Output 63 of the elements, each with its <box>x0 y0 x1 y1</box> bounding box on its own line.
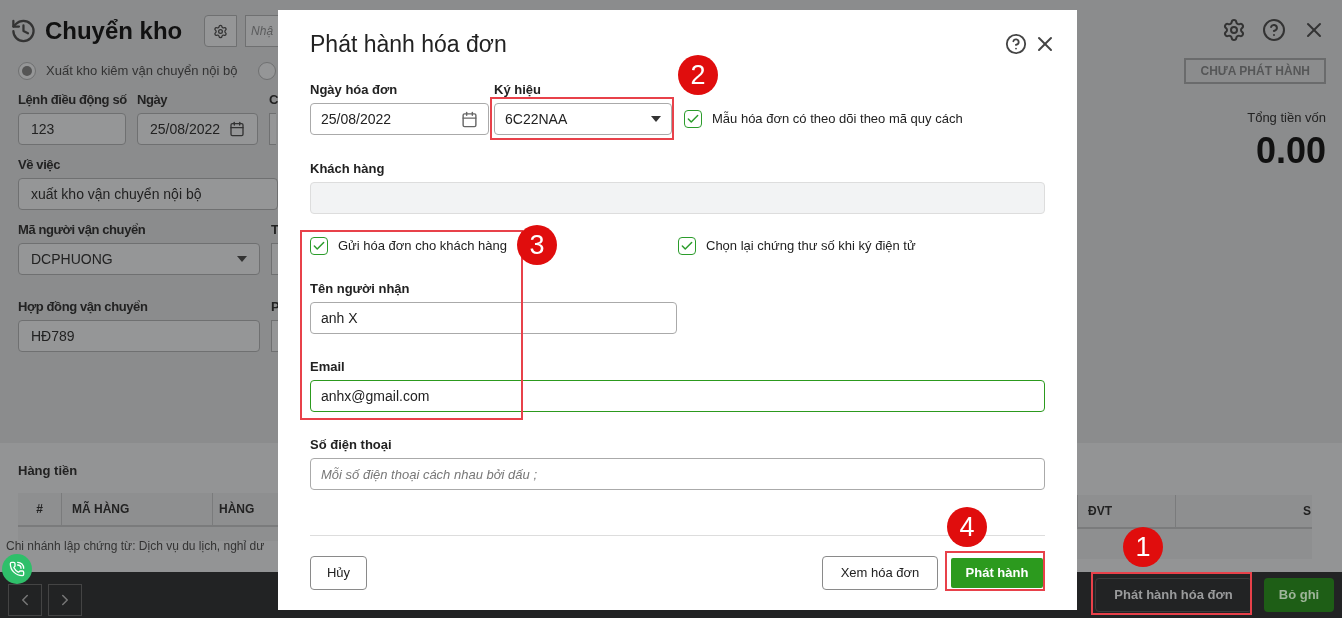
field-label: Ngày <box>137 92 168 108</box>
settings-icon[interactable] <box>1222 18 1246 42</box>
preview-button[interactable]: Xem hóa đơn <box>822 556 938 590</box>
radio-button[interactable] <box>18 62 36 80</box>
gear-icon <box>213 23 229 39</box>
total-label: Tổng tiền vốn <box>1247 109 1326 127</box>
input-field[interactable]: 123 <box>18 113 126 145</box>
field-label: Về việc <box>18 157 60 173</box>
caret-icon <box>237 256 247 262</box>
select-field[interactable]: 6C22NAA <box>494 103 672 135</box>
select-field[interactable]: DCPHUONG <box>18 243 260 275</box>
dialog-title: Phát hành hóa đơn <box>310 30 507 58</box>
section-title: Hàng tiền <box>18 462 79 480</box>
input-field[interactable] <box>271 243 278 275</box>
field-label: Tên người nhận <box>310 281 411 297</box>
input-field[interactable] <box>269 113 276 145</box>
page-title: Chuyển kho <box>44 16 183 46</box>
recipient-field[interactable]: anh X <box>310 302 677 334</box>
check-icon <box>686 112 700 126</box>
input-field[interactable]: xuất kho vận chuyển nội bộ <box>18 178 278 210</box>
cancel-record-button[interactable]: Bỏ ghi <box>1264 578 1334 612</box>
radio-button[interactable] <box>257 62 276 80</box>
history-icon <box>10 17 37 45</box>
input-field[interactable]: HĐ789 <box>18 320 260 352</box>
field-label: T <box>271 222 279 238</box>
calendar-icon <box>229 121 245 137</box>
field-label: Ngày hóa đơn <box>310 82 399 98</box>
help-icon[interactable] <box>1005 33 1027 55</box>
field-label: Ký hiệu <box>494 82 542 98</box>
field-label: Hợp đồng vận chuyển <box>18 299 148 315</box>
settings-button[interactable] <box>204 15 238 47</box>
date-field[interactable]: 25/08/2022 <box>310 103 489 135</box>
field-label: Email <box>310 359 346 375</box>
field-label: Mã người vận chuyển <box>18 222 146 238</box>
checkbox-label: Mẫu hóa đơn có theo dõi theo mã quy cách <box>712 110 963 129</box>
calendar-icon <box>461 110 478 128</box>
checkbox-label: Chọn lại chứng thư số khi ký điện tử <box>706 237 916 256</box>
column-header: MÃ HÀNG <box>62 492 213 525</box>
input-field[interactable] <box>271 320 278 352</box>
check-icon <box>680 239 694 253</box>
caret-icon <box>651 116 661 122</box>
cancel-button[interactable]: Hủy <box>310 556 367 590</box>
total-value: 0.00 <box>1255 128 1326 173</box>
field-label: Khách hàng <box>310 161 386 177</box>
column-header: # <box>18 492 62 525</box>
checkbox-label: Gửi hóa đơn cho khách hàng <box>338 237 507 256</box>
check-icon <box>312 239 326 253</box>
issue-invoice-button[interactable]: Phát hành hóa đơn <box>1095 578 1252 612</box>
radio-label: Xuất kho kiêm vận chuyển nội bộ <box>46 62 238 81</box>
column-header: S <box>1175 495 1312 527</box>
footer-note: Chi nhánh lập chứng từ: Dịch vụ du lịch, nghỉ dư <box>6 537 266 555</box>
checkbox[interactable] <box>310 237 328 255</box>
checkbox[interactable] <box>684 110 702 128</box>
email-field[interactable]: anhx@gmail.com <box>310 380 1045 412</box>
field-label: C <box>269 92 279 108</box>
date-field[interactable]: 25/08/2022 <box>137 113 258 145</box>
field-label: Số điện thoại <box>310 437 393 453</box>
field-label: Lệnh điều động số <box>18 92 127 108</box>
phone-field[interactable]: Mỗi số điện thoại cách nhau bởi dấu ; <box>310 458 1045 490</box>
phone-icon <box>9 561 25 577</box>
checkbox[interactable] <box>678 237 696 255</box>
column-header: HÀNG <box>218 500 256 518</box>
issue-button[interactable]: Phát hành <box>949 556 1045 590</box>
